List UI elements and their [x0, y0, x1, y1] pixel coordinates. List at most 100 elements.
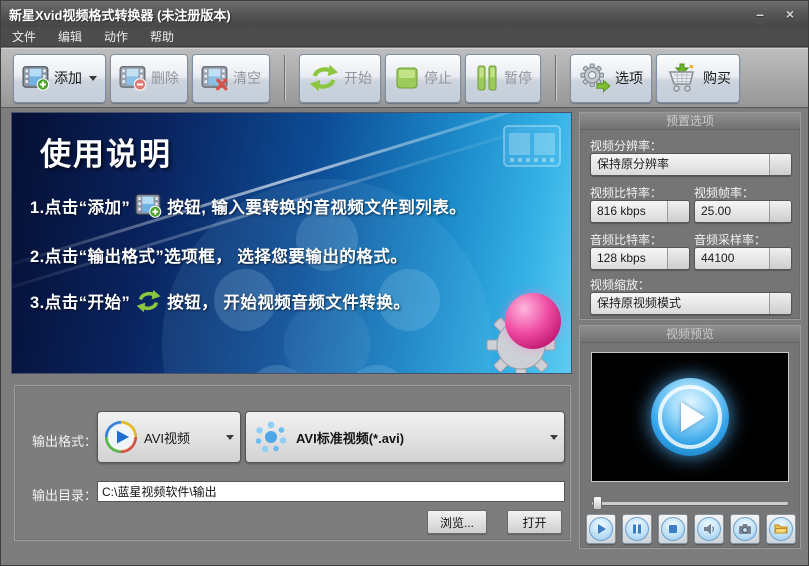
format-profile-select[interactable]: AVI标准视频(*.avi)	[245, 411, 565, 463]
delete-button-label: 删除	[151, 70, 179, 86]
video-scale-value: 保持原视频模式	[597, 296, 682, 310]
format-category-select[interactable]: AVI视频	[97, 411, 241, 463]
delete-film-icon	[119, 65, 147, 91]
pause-icon	[625, 517, 649, 541]
app-window: 新星Xvid视频格式转换器 (未注册版本) – × 文件 编辑 动作 帮助 添加…	[0, 0, 809, 566]
chevron-down-icon[interactable]	[769, 201, 791, 222]
stop-button-label: 停止	[424, 70, 452, 86]
chevron-down-icon[interactable]	[667, 248, 689, 269]
clear-button-label: 清空	[233, 70, 261, 86]
video-bitrate-label: 视频比特率：	[590, 186, 663, 200]
banner-step-3: 3.点击“开始” 按钮， 开始视频音频文件转换。	[30, 289, 410, 313]
molecule-icon	[252, 418, 290, 456]
preview-play-button[interactable]	[586, 514, 616, 544]
clear-button[interactable]: 清空	[192, 53, 270, 103]
output-dir-label: 输出目录：	[32, 488, 98, 503]
step1-text-post: 按钮, 输入要转换的音视频文件到列表。	[167, 198, 467, 217]
stop-button[interactable]: 停止	[385, 53, 461, 103]
add-film-icon	[135, 193, 162, 218]
options-button-label: 选项	[615, 70, 643, 86]
preview-screen	[591, 352, 789, 482]
globe-gear-icon	[479, 287, 571, 373]
browse-button[interactable]: 浏览...	[427, 510, 487, 534]
chevron-down-icon[interactable]	[769, 293, 791, 314]
step1-text-pre: 1.点击“添加”	[30, 198, 131, 217]
video-bitrate-select[interactable]: 816 kbps	[590, 200, 690, 223]
start-button[interactable]: 开始	[299, 53, 381, 103]
banner-title: 使用说明	[40, 137, 172, 172]
pause-button[interactable]: 暂停	[465, 53, 541, 103]
menu-item-edit[interactable]: 编辑	[47, 27, 93, 47]
title-bar: 新星Xvid视频格式转换器 (未注册版本) – ×	[1, 1, 808, 27]
chevron-down-icon[interactable]	[667, 201, 689, 222]
audio-bitrate-value: 128 kbps	[597, 251, 646, 265]
audio-bitrate-select[interactable]: 128 kbps	[590, 247, 690, 270]
seek-slider[interactable]	[592, 496, 788, 510]
banner-step-1: 1.点击“添加” 按钮, 输入要转换的音视频文件到列表。	[30, 193, 466, 218]
toolbar: 添加 删除 清空 开始 停止 暂停 选项 购买	[1, 48, 808, 108]
add-button[interactable]: 添加	[13, 53, 106, 103]
folder-icon	[769, 517, 793, 541]
menu-item-file[interactable]: 文件	[1, 27, 47, 47]
filmstrip-icon	[503, 125, 561, 167]
output-dir-input[interactable]	[97, 481, 565, 502]
samplerate-value: 44100	[701, 251, 735, 265]
start-button-label: 开始	[344, 70, 372, 86]
slider-thumb[interactable]	[593, 496, 602, 510]
mute-button[interactable]	[694, 514, 724, 544]
play-button-icon[interactable]	[651, 378, 729, 456]
preview-pause-button[interactable]	[622, 514, 652, 544]
format-profile-value: AVI标准视频(*.avi)	[296, 430, 405, 446]
open-folder-button[interactable]	[766, 514, 796, 544]
menu-bar: 文件 编辑 动作 帮助	[1, 27, 808, 47]
samplerate-label: 音频采样率：	[694, 233, 767, 247]
pause-button-label: 暂停	[504, 70, 532, 86]
close-icon[interactable]: ×	[780, 6, 800, 22]
media-player-icon	[104, 420, 138, 454]
chevron-down-icon[interactable]	[769, 154, 791, 175]
delete-button[interactable]: 删除	[110, 53, 188, 103]
chevron-down-icon	[226, 434, 234, 440]
video-scale-label: 视频缩放：	[590, 278, 651, 292]
format-category-value: AVI视频	[144, 430, 190, 446]
camera-icon	[733, 517, 757, 541]
preview-stop-button[interactable]	[658, 514, 688, 544]
open-button[interactable]: 打开	[507, 510, 562, 534]
step3-text-pre: 3.点击“开始”	[30, 294, 131, 312]
instructions-banner: 使用说明 1.点击“添加” 按钮, 输入要转换的音视频文件到列表。 2.点击“输…	[11, 112, 572, 374]
framerate-select[interactable]: 25.00	[694, 200, 792, 223]
audio-bitrate-label: 音频比特率：	[590, 233, 663, 247]
buy-button[interactable]: 购买	[656, 53, 740, 103]
start-icon	[135, 289, 162, 313]
samplerate-select[interactable]: 44100	[694, 247, 792, 270]
playback-controls	[586, 514, 796, 544]
preview-group-title: 视频预览	[580, 326, 800, 343]
video-scale-select[interactable]: 保持原视频模式	[590, 292, 792, 315]
stop-icon	[394, 65, 420, 91]
chevron-down-icon	[89, 75, 97, 81]
resolution-value: 保持原分辨率	[597, 157, 670, 171]
options-button[interactable]: 选项	[570, 53, 652, 103]
window-title: 新星Xvid视频格式转换器 (未注册版本)	[9, 7, 231, 23]
add-button-label: 添加	[54, 70, 82, 86]
preset-options-group: 预置选项 视频分辨率： 保持原分辨率 视频比特率： 视频帧率： 816 kbps…	[579, 112, 801, 320]
step3-text-post: 按钮， 开始视频音频文件转换。	[167, 294, 411, 312]
framerate-value: 25.00	[701, 204, 732, 218]
chevron-down-icon[interactable]	[769, 248, 791, 269]
snapshot-button[interactable]	[730, 514, 760, 544]
menu-item-help[interactable]: 帮助	[139, 27, 185, 47]
toolbar-separator	[284, 55, 285, 101]
toolbar-separator	[555, 55, 556, 101]
video-bitrate-value: 816 kbps	[597, 204, 646, 218]
stop-icon	[661, 517, 685, 541]
menu-item-action[interactable]: 动作	[93, 27, 139, 47]
preset-group-title: 预置选项	[580, 113, 800, 130]
add-film-icon	[22, 65, 50, 91]
banner-step-2: 2.点击“输出格式”选项框， 选择您要输出的格式。	[30, 243, 407, 267]
video-preview-group: 视频预览	[579, 325, 801, 549]
step2-text: 2.点击“输出格式”选项框， 选择您要输出的格式。	[30, 248, 408, 266]
minimize-icon[interactable]: –	[750, 6, 770, 22]
resolution-select[interactable]: 保持原分辨率	[590, 153, 792, 176]
play-icon	[589, 517, 613, 541]
options-gear-icon	[579, 63, 611, 93]
